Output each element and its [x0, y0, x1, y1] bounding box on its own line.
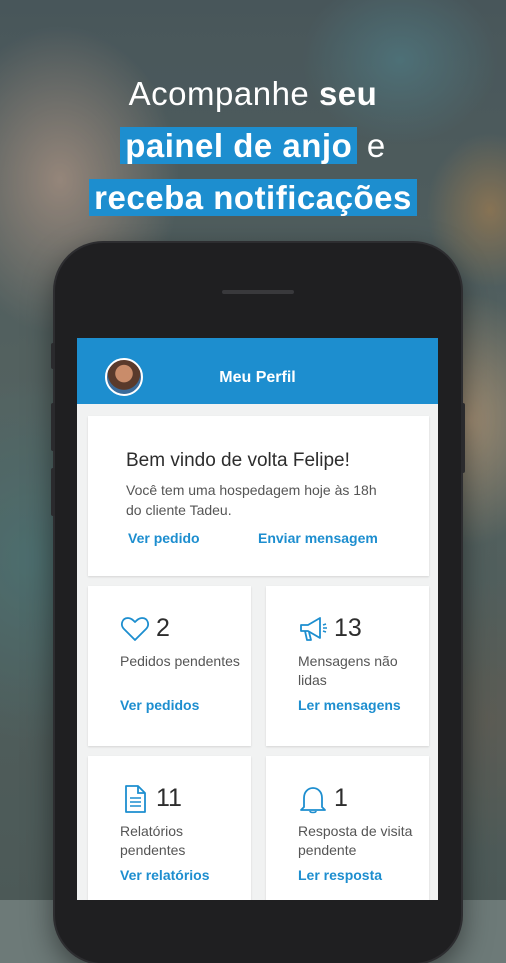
welcome-message: Você tem uma hospedagem hoje às 18h do c…: [126, 482, 377, 518]
document-icon: [120, 784, 150, 814]
headline-text-light: Acompanhe: [128, 75, 319, 112]
app-header: Meu Perfil: [77, 338, 438, 404]
headline-highlight-1: painel de anjo: [120, 127, 358, 164]
promo-headline: Acompanhe seu painel de anjo e receba no…: [0, 68, 506, 224]
welcome-card: Bem vindo de volta Felipe! Você tem uma …: [88, 416, 429, 576]
phone-button: [51, 343, 55, 369]
stat-label: Resposta de visita pendente: [298, 823, 413, 858]
phone-button: [51, 403, 55, 451]
send-message-link[interactable]: Enviar mensagem: [258, 530, 378, 546]
headline-line-2: painel de anjo e: [0, 120, 506, 172]
heart-icon: [120, 614, 150, 644]
stat-label: Pedidos pendentes: [120, 653, 240, 669]
view-reports-link[interactable]: Ver relatórios: [120, 867, 210, 883]
pending-orders-card: 2 Pedidos pendentes Ver pedidos: [88, 586, 251, 746]
headline-line-3: receba notificações: [0, 172, 506, 224]
phone-button: [51, 468, 55, 516]
stat-count: 1: [334, 784, 348, 812]
welcome-title: Bem vindo de volta Felipe!: [126, 450, 350, 471]
phone-speaker: [222, 290, 294, 294]
stat-label: Mensagens não lidas: [298, 653, 398, 688]
phone-button: [461, 403, 465, 473]
megaphone-icon: [298, 614, 328, 644]
stat-count: 13: [334, 614, 362, 642]
pending-visit-reply-card: 1 Resposta de visita pendente Ler respos…: [266, 756, 429, 900]
view-orders-link[interactable]: Ver pedidos: [120, 697, 199, 713]
stat-count: 2: [156, 614, 170, 642]
view-order-link[interactable]: Ver pedido: [128, 530, 200, 546]
bell-icon: [298, 784, 328, 814]
unread-messages-card: 13 Mensagens não lidas Ler mensagens: [266, 586, 429, 746]
stat-label: Relatórios pendentes: [120, 823, 186, 858]
headline-text-tail: e: [357, 127, 386, 164]
headline-highlight-2: receba notificações: [89, 179, 417, 216]
stat-count: 11: [156, 784, 182, 812]
read-messages-link[interactable]: Ler mensagens: [298, 697, 401, 713]
pending-reports-card: 11 Relatórios pendentes Ver relatórios: [88, 756, 251, 900]
headline-text-bold: seu: [318, 75, 378, 112]
app-screen: Meu Perfil Bem vindo de volta Felipe! Vo…: [77, 338, 438, 900]
read-reply-link[interactable]: Ler resposta: [298, 867, 382, 883]
page-title: Meu Perfil: [219, 369, 296, 386]
headline-line-1: Acompanhe seu: [0, 68, 506, 120]
